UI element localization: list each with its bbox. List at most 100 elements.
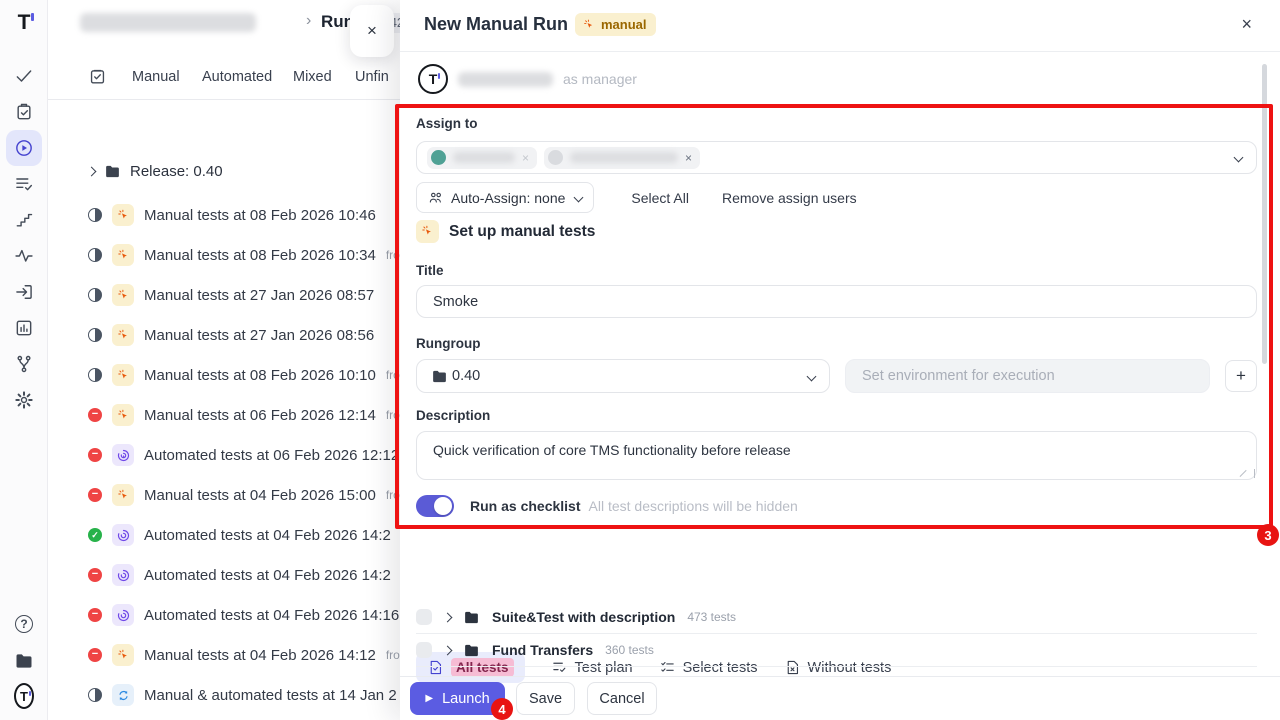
app-logo[interactable]: T xyxy=(14,12,34,32)
run-title[interactable]: Manual tests at 08 Feb 2026 10:10 xyxy=(144,367,376,384)
clipboard-check-icon[interactable] xyxy=(14,102,34,122)
modal-scrollbar[interactable] xyxy=(1262,64,1267,364)
run-list-item[interactable]: Manual tests at 06 Feb 2026 12:14fro xyxy=(88,395,400,435)
suite-row[interactable]: Fund Transfers 360 tests xyxy=(416,635,1257,665)
setup-heading: Set up manual tests xyxy=(449,223,595,241)
suite-checkbox[interactable] xyxy=(416,642,432,658)
run-title[interactable]: Manual tests at 06 Feb 2026 12:14 xyxy=(144,407,376,424)
chevron-right-icon[interactable] xyxy=(443,612,453,622)
resize-grip-icon[interactable] xyxy=(1246,469,1255,478)
cancel-button[interactable]: Cancel xyxy=(587,682,657,715)
run-title[interactable]: Manual tests at 08 Feb 2026 10:46 xyxy=(144,207,376,224)
auto-assign-button[interactable]: Auto-Assign: none xyxy=(416,182,594,213)
run-title[interactable]: Manual tests at 27 Jan 2026 08:56 xyxy=(144,327,374,344)
suite-name[interactable]: Fund Transfers xyxy=(492,642,593,658)
folder-icon xyxy=(431,368,448,385)
remove-assignee-icon[interactable]: × xyxy=(685,151,692,165)
release-folder-row[interactable]: Release: 0.40 xyxy=(88,163,223,180)
assignee-chip[interactable]: × xyxy=(427,147,537,169)
status-in-progress-icon xyxy=(88,688,102,702)
help-icon[interactable]: ? xyxy=(14,614,34,634)
run-title[interactable]: Manual tests at 04 Feb 2026 14:12 xyxy=(144,647,376,664)
list-check-icon[interactable] xyxy=(14,174,34,194)
user-avatar[interactable]: T xyxy=(14,686,34,706)
assign-to-label: Assign to xyxy=(416,116,478,131)
run-title[interactable]: Automated tests at 04 Feb 2026 14:2 xyxy=(144,567,391,584)
modal-close-icon[interactable]: × xyxy=(1241,14,1252,35)
runs-filter-tabs: Manual Automated Mixed Unfin xyxy=(48,56,400,100)
play-circle-icon[interactable] xyxy=(14,138,34,158)
run-list-item[interactable]: Manual & automated tests at 14 Jan 2 xyxy=(88,675,400,715)
save-button[interactable]: Save xyxy=(516,682,575,715)
title-input[interactable] xyxy=(416,285,1257,318)
manual-run-icon xyxy=(416,220,439,243)
rungroup-label: Rungroup xyxy=(416,336,480,351)
run-title[interactable]: Automated tests at 04 Feb 2026 14:16 xyxy=(144,607,399,624)
status-failed-icon xyxy=(88,568,102,582)
manual-run-icon xyxy=(112,364,134,386)
check-icon[interactable] xyxy=(14,66,34,86)
tab-manual[interactable]: Manual xyxy=(132,69,180,85)
run-list-item[interactable]: Automated tests at 04 Feb 2026 14:16 xyxy=(88,595,400,635)
run-title[interactable]: Manual tests at 04 Feb 2026 15:00 xyxy=(144,487,376,504)
run-title[interactable]: Automated tests at 04 Feb 2026 14:2 xyxy=(144,527,391,544)
filter-clipboard-icon[interactable] xyxy=(88,67,107,91)
suite-name[interactable]: Suite&Test with description xyxy=(492,609,675,625)
add-environment-button[interactable]: + xyxy=(1225,360,1257,392)
manager-avatar: T xyxy=(418,64,448,94)
run-list-item[interactable]: Automated tests at 06 Feb 2026 12:12 xyxy=(88,435,400,475)
activity-icon[interactable] xyxy=(14,246,34,266)
rungroup-value: 0.40 xyxy=(452,368,480,384)
setup-heading-row: Set up manual tests xyxy=(416,220,595,243)
chevron-right-icon[interactable] xyxy=(87,167,97,177)
run-list-item[interactable]: Automated tests at 04 Feb 2026 14:2 xyxy=(88,515,400,555)
description-textarea[interactable]: Quick verification of core TMS functiona… xyxy=(416,431,1257,480)
blurred-project-name[interactable] xyxy=(80,13,256,32)
select-all-link[interactable]: Select All xyxy=(631,190,689,206)
run-list-item[interactable]: Manual tests at 27 Jan 2026 08:56 xyxy=(88,315,400,355)
play-icon: ▶ xyxy=(425,693,433,704)
manual-badge-label: manual xyxy=(601,17,647,32)
assignee-chip[interactable]: × xyxy=(544,147,700,169)
chevron-down-icon[interactable] xyxy=(1234,153,1244,163)
chevron-right-icon[interactable] xyxy=(443,645,453,655)
run-list-item[interactable]: Manual tests at 08 Feb 2026 10:34fro xyxy=(88,235,400,275)
remove-assign-users-link[interactable]: Remove assign users xyxy=(722,190,857,206)
status-failed-icon xyxy=(88,488,102,502)
status-failed-icon xyxy=(88,448,102,462)
run-title[interactable]: Manual tests at 08 Feb 2026 10:34 xyxy=(144,247,376,264)
tab-automated[interactable]: Automated xyxy=(202,69,272,85)
run-title[interactable]: Manual & automated tests at 14 Jan 2 xyxy=(144,687,397,704)
tab-mixed[interactable]: Mixed xyxy=(293,69,332,85)
run-list-item[interactable]: Manual tests at 04 Feb 2026 14:12fro xyxy=(88,635,400,675)
branch-icon[interactable] xyxy=(14,354,34,374)
run-list-item[interactable]: Manual tests at 27 Jan 2026 08:57 xyxy=(88,275,400,315)
bar-chart-icon[interactable] xyxy=(14,318,34,338)
gear-icon[interactable] xyxy=(14,390,34,410)
rungroup-select[interactable]: 0.40 xyxy=(416,359,830,393)
remove-assignee-icon[interactable]: × xyxy=(522,151,529,165)
cursor-click-icon xyxy=(582,18,596,32)
environment-input[interactable] xyxy=(845,359,1210,393)
folder-icon xyxy=(463,609,480,626)
import-icon[interactable] xyxy=(14,282,34,302)
stairs-icon[interactable] xyxy=(14,210,34,230)
run-as-checklist-toggle[interactable] xyxy=(416,495,454,517)
release-folder-label[interactable]: Release: 0.40 xyxy=(130,163,223,180)
run-trail-text: fro xyxy=(386,488,400,502)
run-list-item[interactable]: Automated tests at 04 Feb 2026 14:2 xyxy=(88,555,400,595)
blurred-manager-name xyxy=(458,72,553,87)
run-list-item[interactable]: Manual tests at 08 Feb 2026 10:10fro xyxy=(88,355,400,395)
suite-row[interactable]: Suite&Test with description 473 tests xyxy=(416,602,1257,632)
status-in-progress-icon xyxy=(88,368,102,382)
automated-run-icon xyxy=(112,444,134,466)
run-list-item[interactable]: Manual tests at 08 Feb 2026 10:46 xyxy=(88,195,400,235)
panel-close-button[interactable]: × xyxy=(350,5,394,57)
folder-icon[interactable] xyxy=(14,651,34,671)
suite-checkbox[interactable] xyxy=(416,609,432,625)
run-title[interactable]: Manual tests at 27 Jan 2026 08:57 xyxy=(144,287,374,304)
run-list-item[interactable]: Manual tests at 04 Feb 2026 15:00 fro xyxy=(88,475,400,515)
tab-unfinished[interactable]: Unfin xyxy=(355,69,389,85)
assign-to-select[interactable]: × × xyxy=(416,141,1257,174)
run-title[interactable]: Automated tests at 06 Feb 2026 12:12 xyxy=(144,447,399,464)
